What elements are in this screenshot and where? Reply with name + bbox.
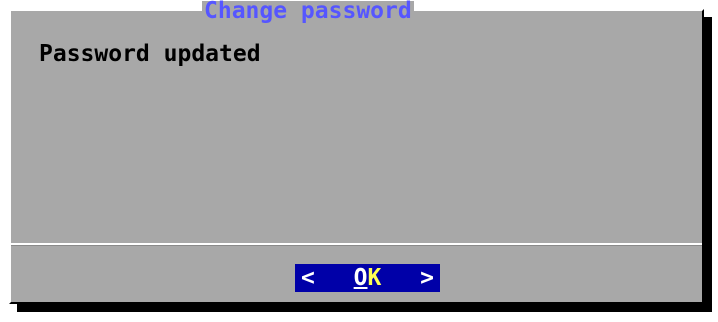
status-message: Password updated <box>39 41 261 67</box>
ok-button-label: OK <box>354 265 382 291</box>
button-area-divider <box>11 243 702 246</box>
dialog-shadow-right <box>704 17 712 312</box>
ok-button-right-bracket: > <box>420 265 434 291</box>
ok-button-label-rest: K <box>367 265 382 291</box>
dialog-title: Change password <box>202 0 414 24</box>
ok-button[interactable]: < OK > <box>295 264 440 292</box>
change-password-dialog: Change password Password updated < OK > <box>9 0 704 304</box>
dialog-shadow-bottom <box>17 304 712 312</box>
ok-button-left-bracket: < <box>301 265 315 291</box>
ok-button-hotkey: O <box>353 265 368 291</box>
